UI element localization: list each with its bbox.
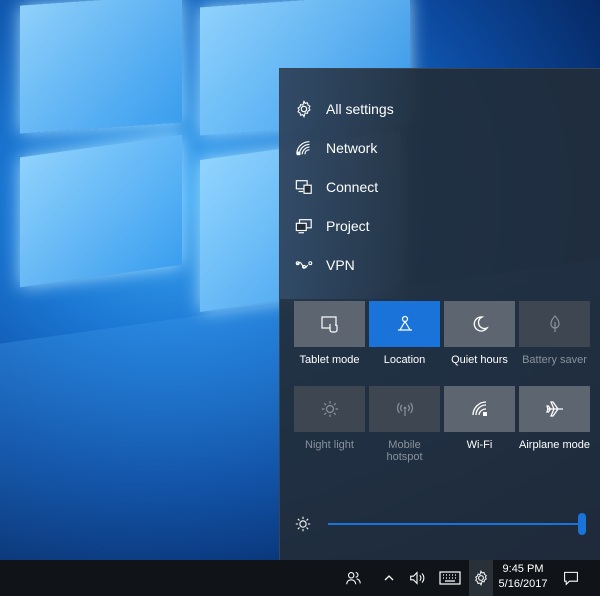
wifi-icon — [471, 401, 487, 416]
network-icon — [293, 137, 315, 159]
wifi-tile[interactable] — [444, 386, 515, 432]
window-pane — [20, 0, 182, 134]
chevron-up-icon — [384, 575, 394, 581]
brightness-slider-track[interactable] — [328, 523, 582, 525]
location-icon — [397, 315, 412, 331]
project-icon — [293, 215, 315, 237]
volume-icon — [410, 571, 425, 585]
airplane-icon — [545, 401, 563, 417]
quiet-hours-tile[interactable] — [444, 301, 515, 347]
all-settings-label: All settings — [326, 100, 394, 117]
tablet-mode-icon — [320, 316, 338, 333]
quick-links: All settings Network Connect Project VPN — [280, 89, 600, 284]
settings-tray-button[interactable] — [469, 560, 493, 596]
battery-saver-icon — [549, 315, 560, 332]
mobile-hotspot-icon — [396, 402, 413, 416]
vpn-icon — [293, 254, 315, 276]
people-icon — [346, 572, 361, 585]
volume-button[interactable] — [404, 560, 430, 596]
gear-icon — [293, 98, 315, 120]
clock-date: 5/16/2017 — [498, 578, 548, 590]
show-hidden-icons-button[interactable] — [378, 560, 400, 596]
network-link[interactable]: Network — [280, 128, 600, 167]
battery-saver-label: Battery saver — [522, 354, 587, 366]
mobile-hotspot-label: Mobile hotspot — [386, 439, 423, 463]
brightness-icon — [295, 516, 311, 532]
action-center-button[interactable] — [558, 560, 584, 596]
window-pane — [20, 134, 182, 288]
tablet-mode-label: Tablet mode — [299, 354, 360, 366]
location-label: Location — [383, 354, 426, 366]
tablet-mode-tile[interactable] — [294, 301, 365, 347]
location-tile[interactable] — [369, 301, 440, 347]
taskbar-clock[interactable]: 9:45 PM 5/16/2017 — [493, 562, 553, 594]
people-button[interactable] — [338, 560, 368, 596]
moon-icon — [473, 316, 489, 332]
quiet-hours-label: Quiet hours — [451, 354, 508, 366]
mobile-hotspot-tile[interactable] — [369, 386, 440, 432]
night-light-label: Night light — [305, 439, 354, 451]
airplane-mode-label: Airplane mode — [519, 439, 590, 451]
wifi-label: Wi-Fi — [466, 439, 493, 451]
clock-time: 9:45 PM — [502, 563, 544, 575]
brightness-slider-thumb[interactable] — [578, 513, 586, 535]
vpn-link[interactable]: VPN — [280, 245, 600, 284]
connect-icon — [293, 176, 315, 198]
all-settings-link[interactable]: All settings — [280, 89, 600, 128]
touch-keyboard-button[interactable] — [435, 560, 465, 596]
action-center: All settings Network Connect Project VPN — [279, 68, 600, 560]
battery-saver-tile[interactable] — [519, 301, 590, 347]
project-link[interactable]: Project — [280, 206, 600, 245]
project-label: Project — [326, 217, 370, 234]
quick-action-tiles: Tablet mode Location Quiet hours Battery… — [294, 301, 594, 469]
keyboard-icon — [439, 571, 461, 585]
taskbar: 9:45 PM 5/16/2017 — [0, 560, 600, 596]
night-light-tile[interactable] — [294, 386, 365, 432]
network-label: Network — [326, 139, 378, 156]
brightness-control — [294, 509, 594, 539]
gear-icon — [475, 570, 487, 586]
night-light-icon — [321, 401, 338, 417]
vpn-label: VPN — [326, 256, 355, 273]
notification-icon — [564, 571, 578, 586]
connect-link[interactable]: Connect — [280, 167, 600, 206]
airplane-mode-tile[interactable] — [519, 386, 590, 432]
connect-label: Connect — [326, 178, 379, 195]
